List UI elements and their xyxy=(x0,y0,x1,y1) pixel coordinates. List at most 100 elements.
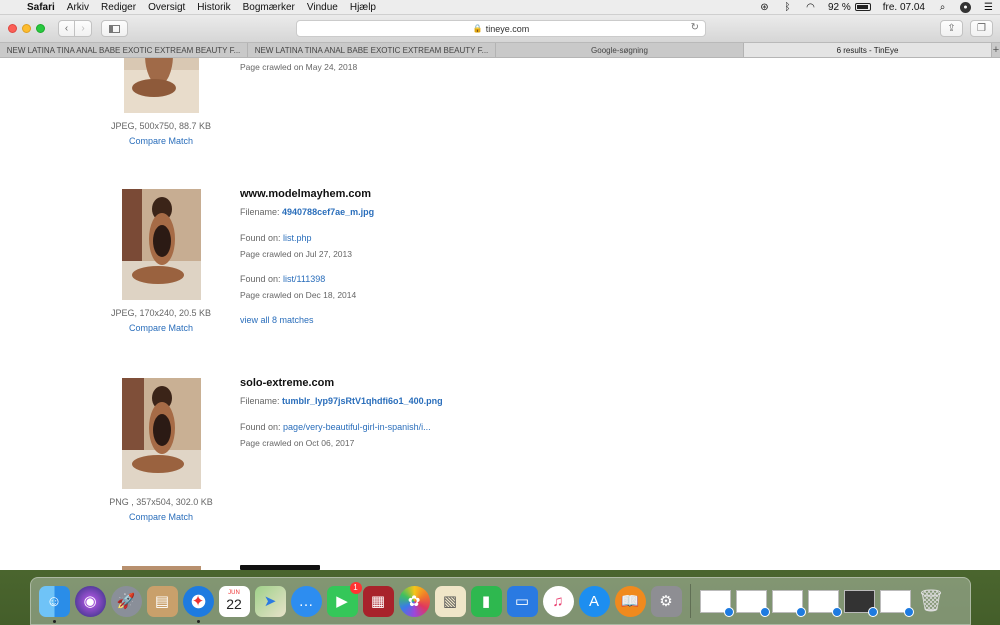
minimized-window-thumbnail[interactable] xyxy=(735,589,770,617)
chevron-left-icon: ‹ xyxy=(64,23,69,34)
new-tab-button[interactable]: + xyxy=(992,43,1000,57)
minimized-window-thumbnail[interactable] xyxy=(843,589,878,617)
url-text: tineye.com xyxy=(485,23,530,34)
lock-icon: 🔒 xyxy=(472,24,483,33)
system-preferences-icon[interactable]: ⚙ xyxy=(650,585,682,617)
found-on-link[interactable]: list.php xyxy=(283,233,312,243)
filename-link[interactable]: 4940788cef7ae_m.jpg xyxy=(282,207,374,217)
tab-1[interactable]: NEW LATINA TINA ANAL BABE EXOTIC EXTREAM… xyxy=(0,43,248,57)
safari-badge-icon xyxy=(759,606,770,617)
minimized-window-thumbnail[interactable] xyxy=(807,589,842,617)
wifi-icon[interactable]: ◠ xyxy=(805,2,816,13)
notification-badge: 1 xyxy=(349,581,362,594)
compare-match-link[interactable]: Compare Match xyxy=(90,136,232,146)
launchpad-icon[interactable]: 🚀 xyxy=(110,585,142,617)
filename-line: Filename: tumblr_lyp97jsRtV1qhdfi6o1_400… xyxy=(240,396,443,406)
found-on-label: Found on: xyxy=(240,274,281,284)
photos-icon[interactable]: ✿ xyxy=(398,585,430,617)
result-thumbnail[interactable] xyxy=(122,566,201,570)
browser-toolbar: ‹ › 🔒 tineye.com ↻ ⇪ ❐ xyxy=(0,15,1000,42)
menu-historik[interactable]: Historik xyxy=(197,2,230,13)
tabs-icon: ❐ xyxy=(977,23,986,34)
keynote-icon[interactable]: ▭ xyxy=(506,585,538,617)
share-button[interactable]: ⇪ xyxy=(940,20,963,37)
sidebar-icon xyxy=(109,24,120,33)
spotlight-search-icon[interactable]: ⌕ xyxy=(937,2,948,13)
plus-icon: + xyxy=(992,44,1000,56)
battery-icon[interactable] xyxy=(854,3,871,11)
battery-percentage[interactable]: 92 % xyxy=(828,2,851,13)
maps-icon[interactable]: ➤ xyxy=(254,585,286,617)
app-store-icon[interactable]: A xyxy=(578,585,610,617)
safari-badge-icon xyxy=(903,606,914,617)
minimized-window-thumbnail[interactable] xyxy=(699,589,734,617)
numbers-icon[interactable]: ▮ xyxy=(470,585,502,617)
calendar-icon[interactable]: JUN 22 xyxy=(218,585,250,617)
ibooks-icon[interactable]: 📖 xyxy=(614,585,646,617)
view-all-matches-link[interactable]: view all 8 matches xyxy=(240,315,314,325)
safari-icon[interactable]: ✦ xyxy=(182,585,214,623)
itunes-icon[interactable]: ♫ xyxy=(542,585,574,617)
menu-arkiv[interactable]: Arkiv xyxy=(67,2,89,13)
finder-icon[interactable]: ☺ xyxy=(38,585,70,623)
messages-icon[interactable]: … xyxy=(290,585,322,617)
trash-icon[interactable]: 🗑 xyxy=(916,586,947,617)
page-crawled-date: Page crawled on Oct 06, 2017 xyxy=(240,438,355,448)
safari-badge-icon xyxy=(723,606,734,617)
image-metadata: JPEG, 170x240, 20.5 KB xyxy=(110,308,212,318)
found-on-line: Found on: list.php xyxy=(240,233,312,243)
result-thumbnail[interactable] xyxy=(122,378,201,489)
minimized-window-thumbnail[interactable] xyxy=(771,589,806,617)
zoom-window-button[interactable] xyxy=(36,24,45,33)
menu-rediger[interactable]: Rediger xyxy=(101,2,136,13)
minimize-window-button[interactable] xyxy=(22,24,31,33)
image-metadata: PNG , 357x504, 302.0 KB xyxy=(109,497,213,507)
notification-center-icon[interactable]: ☰ xyxy=(983,2,994,13)
result-thumbnail[interactable] xyxy=(124,58,199,113)
menu-vindue[interactable]: Vindue xyxy=(307,2,338,13)
forward-button[interactable]: › xyxy=(75,20,92,37)
menu-oversigt[interactable]: Oversigt xyxy=(148,2,185,13)
tab-tineye-results[interactable]: 6 results - TinEye xyxy=(744,43,992,57)
found-on-link[interactable]: list/111398 xyxy=(283,274,325,284)
siri-icon[interactable]: ◉ xyxy=(74,585,106,617)
share-icon: ⇪ xyxy=(947,23,956,34)
compare-match-link[interactable]: Compare Match xyxy=(90,512,232,522)
menu-bogmaerker[interactable]: Bogmærker xyxy=(243,2,295,13)
tab-google-search[interactable]: Google-søgning xyxy=(496,43,744,57)
result-domain-cut xyxy=(240,565,320,570)
safari-badge-icon xyxy=(867,606,878,617)
facetime-icon[interactable]: ▶ 1 xyxy=(326,581,362,617)
sidebar-toggle-button[interactable] xyxy=(101,20,128,37)
tab-2[interactable]: NEW LATINA TINA ANAL BABE EXOTIC EXTREAM… xyxy=(248,43,496,57)
filename-line: Filename: 4940788cef7ae_m.jpg xyxy=(240,207,374,217)
reload-icon[interactable]: ↻ xyxy=(691,22,699,33)
show-all-tabs-button[interactable]: ❐ xyxy=(970,20,993,37)
menu-bar: Safari Arkiv Rediger Oversigt Historik B… xyxy=(0,0,1000,15)
menu-app-safari[interactable]: Safari xyxy=(27,2,55,13)
user-avatar-icon[interactable]: ● xyxy=(960,1,971,13)
compare-match-link[interactable]: Compare Match xyxy=(90,323,232,333)
sync-icon[interactable]: ⊛ xyxy=(759,2,770,13)
clock[interactable]: fre. 07.04 xyxy=(883,2,925,13)
result-domain[interactable]: www.modelmayhem.com xyxy=(240,188,371,200)
filename-label: Filename: xyxy=(240,207,280,217)
filename-label: Filename: xyxy=(240,396,280,406)
minimized-window-thumbnail[interactable] xyxy=(879,589,914,617)
close-window-button[interactable] xyxy=(8,24,17,33)
tab-bar: NEW LATINA TINA ANAL BABE EXOTIC EXTREAM… xyxy=(0,42,1000,58)
preview-icon[interactable]: ▧ xyxy=(434,585,466,617)
result-domain[interactable]: solo-extreme.com xyxy=(240,377,334,389)
bluetooth-icon[interactable]: ᛒ xyxy=(782,2,793,13)
address-bar[interactable]: 🔒 tineye.com ↻ xyxy=(296,20,706,37)
page-crawled-date: Page crawled on May 24, 2018 xyxy=(240,62,358,72)
back-button[interactable]: ‹ xyxy=(58,20,75,37)
contacts-icon[interactable]: ▤ xyxy=(146,585,178,617)
safari-badge-icon xyxy=(831,606,842,617)
menu-hjaelp[interactable]: Hjælp xyxy=(350,2,376,13)
result-thumbnail[interactable] xyxy=(122,189,201,300)
photo-booth-icon[interactable]: ▦ xyxy=(362,585,394,617)
found-on-link[interactable]: page/very-beautiful-girl-in-spanish/i... xyxy=(283,422,431,432)
page-crawled-date: Page crawled on Dec 18, 2014 xyxy=(240,290,357,300)
filename-link[interactable]: tumblr_lyp97jsRtV1qhdfi6o1_400.png xyxy=(282,396,443,406)
